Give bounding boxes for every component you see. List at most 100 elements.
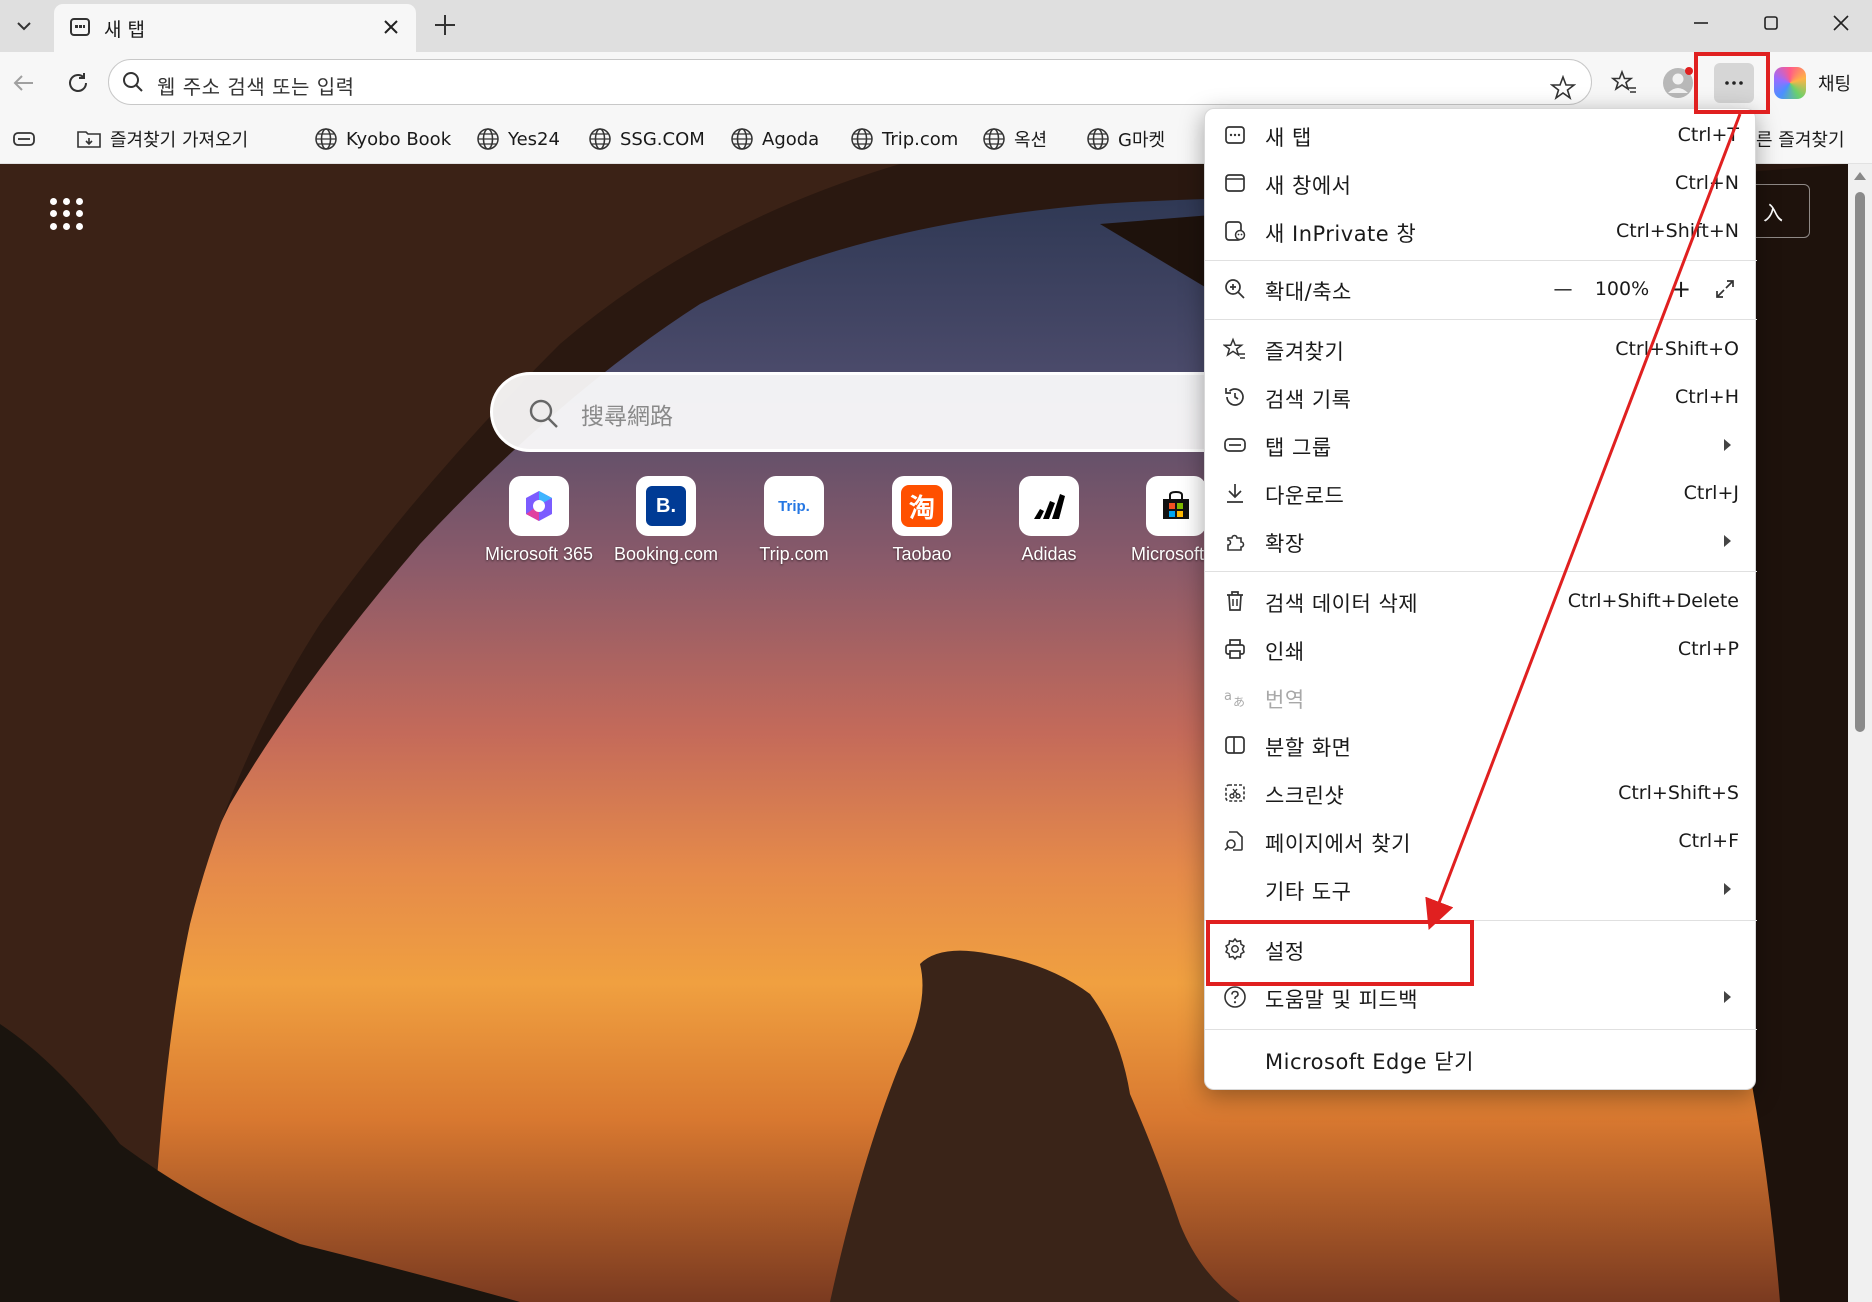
submenu-arrow-icon bbox=[1724, 439, 1731, 451]
favorite-import[interactable]: 즐겨찾기 가져오기 bbox=[76, 123, 248, 155]
tab-actions-button[interactable] bbox=[6, 8, 42, 44]
chevron-down-icon bbox=[17, 22, 31, 31]
tab-close-button[interactable] bbox=[378, 14, 404, 40]
favorite-link[interactable]: G마켓 bbox=[1086, 123, 1165, 155]
menu-item-shortcut: Ctrl+Shift+S bbox=[1618, 782, 1739, 804]
page-scrollbar[interactable] bbox=[1848, 164, 1872, 1302]
trip-icon: Trip. bbox=[764, 476, 824, 536]
close-icon bbox=[384, 20, 398, 34]
menu-item-find-on-page[interactable]: 페이지에서 찾기 Ctrl+F bbox=[1205, 819, 1757, 863]
maximize-button[interactable] bbox=[1736, 0, 1806, 46]
menu-item-label: 새 탭 bbox=[1265, 126, 1312, 150]
zoom-out-button[interactable]: — bbox=[1541, 267, 1585, 311]
booking-icon: B. bbox=[636, 476, 696, 536]
minimize-button[interactable] bbox=[1666, 0, 1736, 46]
menu-item-shortcut: Ctrl+N bbox=[1675, 172, 1739, 194]
menu-item-label: 다운로드 bbox=[1265, 484, 1345, 508]
favorite-link[interactable]: Yes24 bbox=[476, 123, 560, 155]
quick-link-label: Taobao bbox=[892, 544, 952, 564]
inprivate-icon bbox=[1225, 221, 1246, 241]
menu-item-shortcut: Ctrl+P bbox=[1677, 638, 1739, 660]
menu-item-label: 즐겨찾기 bbox=[1265, 340, 1345, 364]
menu-item-favorites[interactable]: 즐겨찾기 Ctrl+Shift+O bbox=[1205, 327, 1757, 371]
favorite-link[interactable]: Kyobo Book bbox=[314, 123, 451, 155]
menu-item-extensions[interactable]: 확장 bbox=[1205, 519, 1757, 563]
quick-link-tile[interactable]: B. Booking.com bbox=[602, 476, 730, 565]
minimize-icon bbox=[1694, 22, 1708, 24]
menu-item-more-tools[interactable]: 기타 도구 bbox=[1205, 867, 1757, 911]
address-bar[interactable]: 웹 주소 검색 또는 입력 bbox=[108, 59, 1592, 105]
copilot-label: 채팅 bbox=[1818, 74, 1852, 95]
other-favorites[interactable]: 른 즐겨찾기 bbox=[1756, 123, 1845, 155]
extensions-puzzle-icon bbox=[1227, 534, 1245, 551]
favorite-link[interactable]: SSG.COM bbox=[588, 123, 705, 155]
submenu-arrow-icon bbox=[1724, 535, 1731, 547]
menu-item-shortcut: Ctrl+F bbox=[1678, 830, 1739, 852]
profile-button[interactable] bbox=[1658, 63, 1698, 103]
quick-link-tile[interactable]: Adidas bbox=[985, 476, 1113, 565]
menu-item-label: 검색 기록 bbox=[1265, 388, 1352, 412]
add-favorite-button[interactable] bbox=[1543, 68, 1583, 108]
globe-icon bbox=[477, 128, 499, 150]
zoom-out-label: — bbox=[1553, 278, 1573, 300]
favorite-link[interactable]: Agoda bbox=[730, 123, 819, 155]
menu-separator bbox=[1205, 571, 1757, 572]
menu-item-new-tab[interactable]: 새 탭 Ctrl+T bbox=[1205, 113, 1757, 157]
new-tab-page-icon bbox=[70, 18, 90, 36]
menu-item-history[interactable]: 검색 기록 Ctrl+H bbox=[1205, 375, 1757, 419]
menu-item-downloads[interactable]: 다운로드 Ctrl+J bbox=[1205, 471, 1757, 515]
apps-launcher-button[interactable] bbox=[46, 194, 86, 234]
close-window-button[interactable] bbox=[1806, 0, 1872, 46]
menu-item-close-edge[interactable]: Microsoft Edge 닫기 bbox=[1205, 1037, 1757, 1081]
quick-link-tile[interactable]: Trip. Trip.com bbox=[730, 476, 858, 565]
menu-item-label: 확장 bbox=[1265, 532, 1305, 556]
taobao-icon: 淘 bbox=[892, 476, 952, 536]
favorite-label: 른 즐겨찾기 bbox=[1756, 130, 1845, 151]
scroll-up-arrow-icon[interactable] bbox=[1854, 172, 1866, 180]
menu-item-clear-browsing-data[interactable]: 검색 데이터 삭제 Ctrl+Shift+Delete bbox=[1205, 579, 1757, 623]
avatar bbox=[1663, 67, 1693, 98]
zoom-in-button[interactable]: + bbox=[1659, 267, 1703, 311]
menu-item-tab-groups[interactable]: 탭 그룹 bbox=[1205, 423, 1757, 467]
scroll-thumb[interactable] bbox=[1855, 192, 1865, 732]
menu-item-label: 스크린샷 bbox=[1265, 784, 1345, 808]
globe-icon bbox=[731, 128, 753, 150]
web-search-box[interactable]: 搜尋網路 bbox=[490, 372, 1290, 452]
plus-icon bbox=[435, 15, 455, 35]
favorite-label: Trip.com bbox=[882, 128, 959, 150]
new-tab-button[interactable] bbox=[426, 6, 464, 44]
tab-new-tab[interactable]: 새 탭 bbox=[54, 4, 416, 52]
menu-item-shortcut: Ctrl+T bbox=[1677, 124, 1739, 146]
favorite-link[interactable]: 옥션 bbox=[982, 123, 1047, 155]
menu-item-new-inprivate-window[interactable]: 새 InPrivate 창 Ctrl+Shift+N bbox=[1205, 209, 1757, 253]
menu-separator bbox=[1205, 319, 1757, 320]
back-button[interactable] bbox=[4, 63, 44, 103]
star-icon bbox=[1550, 75, 1576, 101]
globe-icon bbox=[983, 128, 1005, 150]
menu-item-new-window[interactable]: 새 창에서 Ctrl+N bbox=[1205, 161, 1757, 205]
menu-item-label: 확대/축소 bbox=[1265, 280, 1352, 304]
refresh-button[interactable] bbox=[58, 63, 98, 103]
favorites-bar-toggle[interactable] bbox=[12, 123, 44, 155]
favorites-button[interactable] bbox=[1604, 63, 1644, 103]
menu-item-screenshot[interactable]: 스크린샷 Ctrl+Shift+S bbox=[1205, 771, 1757, 815]
menu-item-split-screen[interactable]: 분할 화면 bbox=[1205, 723, 1757, 767]
quick-link-label: Adidas bbox=[1021, 544, 1077, 564]
screenshot-icon bbox=[1225, 784, 1245, 802]
search-icon bbox=[123, 72, 143, 92]
download-icon bbox=[1227, 484, 1243, 503]
toolbar: 웹 주소 검색 또는 입력 채팅 bbox=[0, 52, 1872, 114]
copilot-button[interactable]: 채팅 bbox=[1774, 63, 1864, 103]
quick-link-tile[interactable]: 淘 Taobao bbox=[858, 476, 986, 565]
favorites-star-list-icon bbox=[1610, 69, 1636, 93]
favorite-link[interactable]: Trip.com bbox=[850, 123, 958, 155]
quick-link-tile[interactable]: Microsoft 365 bbox=[475, 476, 603, 565]
menu-item-translate: aあ 번역 bbox=[1205, 675, 1757, 719]
zoom-in-label: + bbox=[1670, 275, 1692, 303]
menu-item-shortcut: Ctrl+Shift+Delete bbox=[1567, 590, 1739, 612]
menu-item-print[interactable]: 인쇄 Ctrl+P bbox=[1205, 627, 1757, 671]
menu-separator bbox=[1205, 260, 1757, 261]
fullscreen-button[interactable] bbox=[1703, 267, 1747, 311]
search-placeholder: 搜尋網路 bbox=[581, 404, 673, 430]
quick-link-label: Trip.com bbox=[759, 544, 829, 564]
